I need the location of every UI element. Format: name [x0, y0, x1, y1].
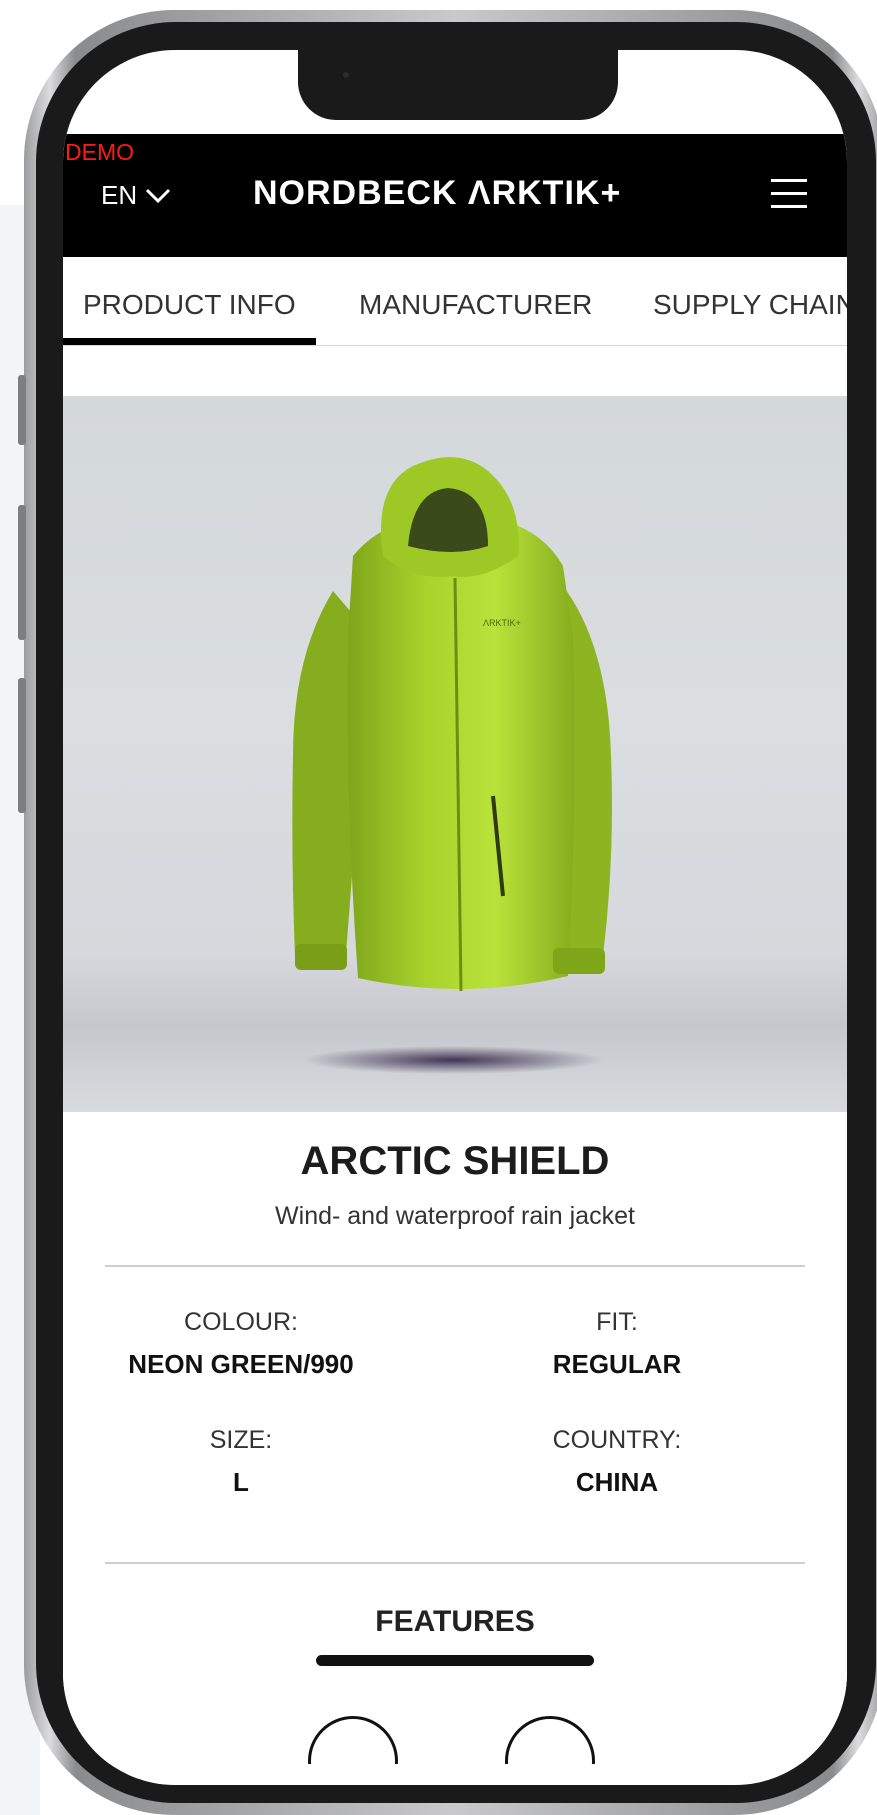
camera-icon: [343, 72, 349, 78]
phone-screen: DEMO EN NORDBECK ΛRKTIK+ PRODUCT INFO MA…: [63, 50, 847, 1785]
svg-text:ΛRKTIK+: ΛRKTIK+: [483, 618, 521, 628]
product-subtitle: Wind- and waterproof rain jacket: [275, 1202, 635, 1230]
spec-size: SIZE: L: [71, 1426, 411, 1498]
divider: [105, 1562, 805, 1564]
language-selector[interactable]: EN: [101, 180, 171, 211]
phone-volume-down-button: [18, 678, 26, 813]
feature-icon[interactable]: [308, 1716, 398, 1764]
tab-product-info[interactable]: PRODUCT INFO: [83, 289, 296, 321]
spec-country-value: CHINA: [575, 1467, 659, 1497]
spec-colour-label: COLOUR:: [184, 1308, 298, 1336]
app-viewport: DEMO EN NORDBECK ΛRKTIK+ PRODUCT INFO MA…: [63, 134, 847, 1764]
spec-size-label: SIZE:: [209, 1426, 273, 1454]
language-code: EN: [101, 180, 138, 210]
spec-country: COUNTRY: CHINA: [447, 1426, 787, 1498]
divider: [105, 1265, 805, 1267]
active-tab-indicator: [63, 338, 316, 345]
phone-notch: [298, 50, 618, 120]
product-title: ARCTIC SHIELD: [300, 1139, 610, 1183]
phone-mute-switch: [18, 375, 26, 445]
spec-size-value: L: [233, 1467, 249, 1497]
phone-volume-up-button: [18, 505, 26, 640]
features-heading: FEATURES: [375, 1605, 535, 1638]
tab-manufacturer[interactable]: MANUFACTURER: [359, 289, 592, 321]
jacket-illustration: ΛRKTIK+: [292, 457, 612, 1074]
tab-bar: PRODUCT INFO MANUFACTURER SUPPLY CHAIN: [63, 257, 847, 346]
product-image: ΛRKTIK+: [63, 396, 847, 1112]
app-header: DEMO EN NORDBECK ΛRKTIK+: [63, 134, 847, 257]
chevron-down-icon: [146, 188, 171, 203]
demo-label: DEMO: [65, 139, 134, 165]
home-indicator[interactable]: [316, 1655, 594, 1666]
spec-country-label: COUNTRY:: [552, 1426, 682, 1454]
hamburger-menu-icon[interactable]: [771, 179, 807, 209]
brand-logo[interactable]: NORDBECK ΛRKTIK+: [253, 174, 621, 213]
spec-fit-value: REGULAR: [552, 1349, 682, 1379]
spec-colour-value: NEON GREEN/990: [128, 1349, 354, 1379]
feature-icon[interactable]: [505, 1716, 595, 1764]
spec-fit-label: FIT:: [596, 1308, 638, 1336]
spec-colour: COLOUR: NEON GREEN/990: [71, 1308, 411, 1380]
tab-supply-chain[interactable]: SUPPLY CHAIN: [653, 289, 847, 321]
spec-fit: FIT: REGULAR: [447, 1308, 787, 1380]
